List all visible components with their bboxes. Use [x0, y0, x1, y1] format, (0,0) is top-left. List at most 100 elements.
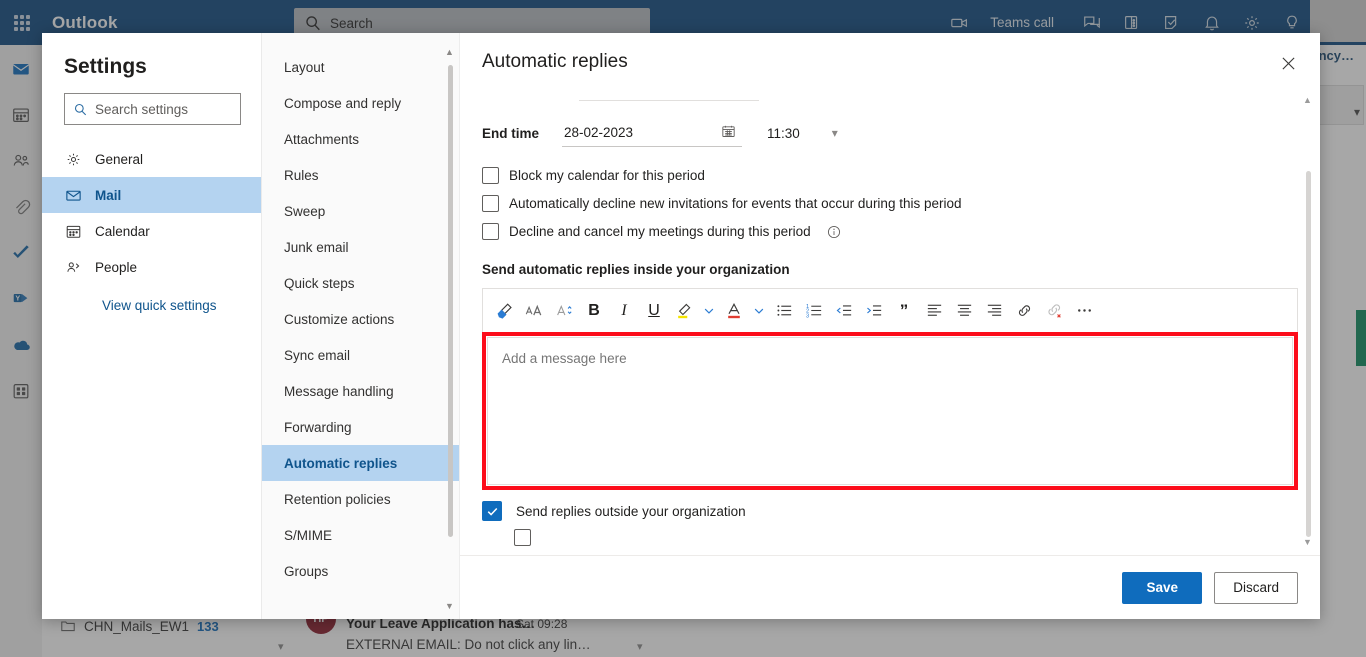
category-junk-email[interactable]: Junk email: [262, 229, 459, 265]
calendar-icon: [64, 222, 82, 240]
close-icon: [1281, 56, 1295, 70]
underline-icon[interactable]: U: [639, 296, 669, 326]
end-time-row: End time 28-02-2023 11:30 ▾: [482, 119, 1298, 147]
scroll-down-arrow-icon[interactable]: ▼: [445, 601, 454, 611]
panel-footer: Save Discard: [460, 555, 1320, 619]
close-button[interactable]: [1274, 49, 1302, 77]
mail-icon: [64, 186, 82, 204]
category-forwarding[interactable]: Forwarding: [262, 409, 459, 445]
view-quick-settings[interactable]: View quick settings: [42, 285, 261, 315]
end-time-label: End time: [482, 125, 540, 141]
category-groups[interactable]: Groups: [262, 553, 459, 589]
screen: Outlook Search Teams call Y CHN_Mails_EW…: [0, 0, 1366, 657]
automatic-replies-panel: Automatic replies End time 28-02-2023 11…: [460, 33, 1320, 619]
remove-link-icon[interactable]: [1039, 296, 1069, 326]
category-rules[interactable]: Rules: [262, 157, 459, 193]
sidebar-item-calendar[interactable]: Calendar: [42, 213, 261, 249]
category-customize-actions[interactable]: Customize actions: [262, 301, 459, 337]
settings-dialog: Settings Search settings General Mail Ca…: [42, 33, 1320, 619]
scroll-up-arrow-icon[interactable]: ▲: [1303, 95, 1312, 105]
message-body-placeholder: Add a message here: [502, 351, 627, 366]
quote-icon[interactable]: ”: [889, 296, 919, 326]
category-retention-policies[interactable]: Retention policies: [262, 481, 459, 517]
settings-nav: Settings Search settings General Mail Ca…: [42, 33, 262, 619]
checkbox-box[interactable]: [482, 501, 502, 521]
category-smime[interactable]: S/MIME: [262, 517, 459, 553]
highlight-color-icon[interactable]: [669, 296, 699, 326]
format-painter-icon[interactable]: [489, 296, 519, 326]
panel-body: End time 28-02-2023 11:30 ▾ Block my cal…: [460, 91, 1320, 555]
end-date-input[interactable]: 28-02-2023: [562, 119, 742, 147]
checkbox-outside-sub-option[interactable]: [514, 529, 531, 546]
checkbox-send-replies-outside[interactable]: Send replies outside your organization: [482, 501, 1298, 521]
category-sync-email[interactable]: Sync email: [262, 337, 459, 373]
decrease-indent-icon[interactable]: [829, 296, 859, 326]
category-layout[interactable]: Layout: [262, 49, 459, 85]
bulleted-list-icon[interactable]: [769, 296, 799, 326]
panel-header: Automatic replies: [460, 33, 1320, 91]
calendar-picker-icon[interactable]: [721, 124, 736, 142]
search-icon: [74, 103, 87, 115]
font-color-icon[interactable]: [719, 296, 749, 326]
gear-icon: [64, 150, 82, 168]
previous-field-underline: [579, 100, 759, 101]
sidebar-item-label: General: [95, 151, 144, 167]
checkbox-auto-decline-invitations[interactable]: Automatically decline new invitations fo…: [482, 195, 1298, 212]
formatting-toolbar: B I U 1 2 3 ”: [482, 288, 1298, 332]
checkbox-decline-cancel-meetings[interactable]: Decline and cancel my meetings during th…: [482, 223, 1298, 240]
sidebar-item-label: Mail: [95, 187, 122, 203]
font-size-shrink-icon[interactable]: [549, 296, 579, 326]
scrollbar-thumb[interactable]: [448, 65, 453, 537]
search-settings-placeholder: Search settings: [95, 101, 189, 117]
checkbox-box[interactable]: [482, 195, 499, 212]
panel-scrollbar[interactable]: ▲ ▼: [1302, 95, 1314, 547]
message-body-highlight: Add a message here: [482, 332, 1298, 490]
checkbox-label: Send replies outside your organization: [516, 503, 746, 519]
category-attachments[interactable]: Attachments: [262, 121, 459, 157]
page-title: Settings: [64, 55, 147, 78]
panel-title: Automatic replies: [482, 51, 628, 72]
align-center-icon[interactable]: [949, 296, 979, 326]
font-size-grow-icon[interactable]: [519, 296, 549, 326]
chevron-down-icon[interactable]: ▾: [832, 126, 838, 140]
category-compose-and-reply[interactable]: Compose and reply: [262, 85, 459, 121]
font-color-chevron-down-icon[interactable]: [749, 296, 769, 326]
info-icon[interactable]: [827, 225, 841, 239]
inside-org-section-label: Send automatic replies inside your organ…: [482, 262, 790, 277]
insert-link-icon[interactable]: [1009, 296, 1039, 326]
sidebar-item-general[interactable]: General: [42, 141, 261, 177]
scroll-up-arrow-icon[interactable]: ▲: [445, 47, 454, 57]
discard-button[interactable]: Discard: [1214, 571, 1298, 604]
sidebar-item-mail[interactable]: Mail: [42, 177, 261, 213]
more-options-icon[interactable]: [1069, 296, 1099, 326]
period-options: Block my calendar for this period Automa…: [482, 167, 1298, 240]
category-scrollbar[interactable]: ▲ ▼: [444, 47, 456, 611]
sidebar-item-label: Calendar: [95, 223, 150, 239]
message-body-input[interactable]: Add a message here: [487, 337, 1293, 485]
category-automatic-replies[interactable]: Automatic replies: [262, 445, 459, 481]
end-time-select[interactable]: 11:30 ▾: [767, 126, 838, 141]
category-quick-steps[interactable]: Quick steps: [262, 265, 459, 301]
checkbox-block-calendar[interactable]: Block my calendar for this period: [482, 167, 1298, 184]
numbered-list-icon[interactable]: 1 2 3: [799, 296, 829, 326]
scrollbar-thumb[interactable]: [1306, 171, 1311, 537]
save-button[interactable]: Save: [1122, 571, 1203, 604]
reply-editor: B I U 1 2 3 ” Add a message here: [482, 288, 1298, 490]
highlight-chevron-down-icon[interactable]: [699, 296, 719, 326]
category-sweep[interactable]: Sweep: [262, 193, 459, 229]
search-settings-input[interactable]: Search settings: [64, 93, 241, 125]
align-left-icon[interactable]: [919, 296, 949, 326]
view-quick-settings-link[interactable]: View quick settings: [102, 298, 217, 313]
italic-icon[interactable]: I: [609, 296, 639, 326]
checkbox-box[interactable]: [482, 167, 499, 184]
increase-indent-icon[interactable]: [859, 296, 889, 326]
sidebar-item-label: People: [95, 259, 138, 275]
checkbox-label: Block my calendar for this period: [509, 168, 705, 183]
scroll-down-arrow-icon[interactable]: ▼: [1303, 537, 1312, 547]
end-time-value: 11:30: [767, 125, 800, 141]
align-right-icon[interactable]: [979, 296, 1009, 326]
bold-icon[interactable]: B: [579, 296, 609, 326]
checkbox-box[interactable]: [482, 223, 499, 240]
sidebar-item-people[interactable]: People: [42, 249, 261, 285]
category-message-handling[interactable]: Message handling: [262, 373, 459, 409]
